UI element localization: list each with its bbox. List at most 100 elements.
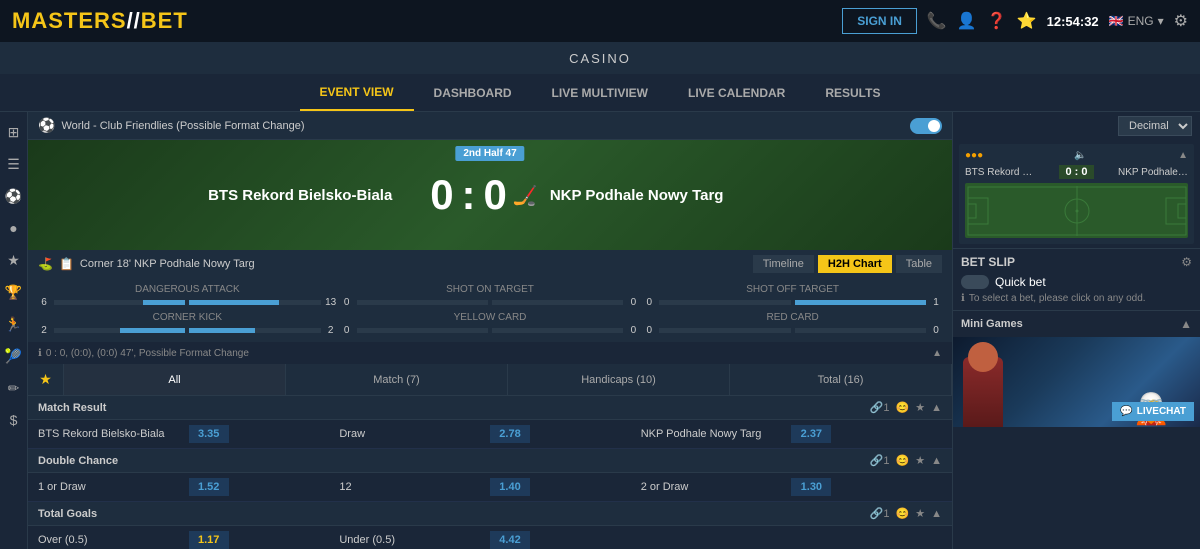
bet-tab-handicaps[interactable]: Handicaps (10)	[508, 364, 730, 395]
stat-dangerous-attack-left: 6	[38, 297, 50, 308]
mini-games-section: Mini Games ▲ 🧝 💬 LIVECHAT	[953, 310, 1200, 427]
chevron-down-icon: ▾	[1158, 14, 1164, 28]
mini-games-chevron[interactable]: ▲	[1180, 317, 1192, 331]
betting-tabs: ★ All Match (7) Handicaps (10) Total (16…	[28, 364, 952, 396]
bet-tab-total[interactable]: Total (16)	[730, 364, 952, 395]
help-icon[interactable]: ❓	[987, 11, 1007, 31]
dc-home-odds[interactable]: 1.52	[189, 478, 229, 496]
away-odds-value[interactable]: 2.37	[791, 425, 831, 443]
dc-smiley-icon[interactable]: 😊	[896, 454, 910, 467]
sidebar-menu-icon[interactable]: ☰	[2, 152, 26, 176]
sidebar-soccer-icon[interactable]: ⚽	[2, 184, 26, 208]
quick-bet-row: Quick bet	[961, 275, 1192, 289]
bet-slip-section: BET SLIP ⚙ Quick bet ℹ To select a bet, …	[953, 248, 1200, 310]
right-panel: Decimal ●●● 🔈 ▲ BTS Rekord Biel... 0 : 0…	[952, 112, 1200, 549]
mini-games-title: Mini Games	[961, 318, 1023, 330]
tg-under05-label: Under (0.5)	[339, 534, 395, 546]
fav-star-icon[interactable]: ★	[915, 401, 925, 414]
dc-home-label: 1 or Draw	[38, 481, 86, 493]
info-text: 0 : 0, (0:0), (0:0) 47', Possible Format…	[46, 348, 249, 359]
tab-live-multiview[interactable]: LIVE MULTIVIEW	[532, 76, 668, 110]
toggle-switch[interactable]	[910, 118, 942, 134]
bet-slip-gear-icon[interactable]: ⚙	[1181, 255, 1192, 269]
time-display: 12:54:32	[1047, 14, 1099, 29]
chevron-up-icon[interactable]: ▲	[932, 348, 942, 359]
dc-draw-odds[interactable]: 1.40	[490, 478, 530, 496]
link-icon[interactable]: 🔗1	[870, 401, 890, 414]
sidebar-edit-icon[interactable]: ✏	[2, 376, 26, 400]
sound-icon[interactable]: 🔈	[1074, 150, 1086, 161]
odds-group-dc-actions: 🔗1 😊 ★ ▲	[870, 454, 942, 467]
score-home: 0	[430, 171, 453, 219]
team-away-name: NKP Podhale Nowy Targ	[550, 187, 810, 204]
sidebar-grid-icon[interactable]: ⊞	[2, 120, 26, 144]
mini-expand-icon[interactable]: ▲	[1178, 150, 1188, 161]
stat-yellow-card: YELLOW CARD 0 0	[341, 312, 640, 336]
dc-away-odds-cell: 1.30	[791, 478, 942, 496]
home-odds-value[interactable]: 3.35	[189, 425, 229, 443]
sign-in-button[interactable]: SIGN IN	[842, 8, 917, 34]
decimal-select[interactable]: Decimal	[1118, 116, 1192, 136]
flag-icon: 🇬🇧	[1109, 14, 1124, 28]
tab-results[interactable]: RESULTS	[805, 76, 900, 110]
tab-event-view[interactable]: EVENT VIEW	[300, 75, 414, 111]
sidebar-dollar-icon[interactable]: $	[2, 408, 26, 432]
user-icon[interactable]: 👤	[957, 11, 977, 31]
quick-bet-toggle[interactable]	[961, 275, 989, 289]
h2h-chart-tab[interactable]: H2H Chart	[818, 255, 892, 273]
mini-score-display: 0 : 0	[1059, 165, 1093, 179]
dc-away-odds[interactable]: 1.30	[791, 478, 831, 496]
sidebar-tennis-icon[interactable]: 🎾	[2, 344, 26, 368]
draw-label: Draw	[339, 428, 365, 440]
right-top: Decimal	[953, 112, 1200, 140]
dc-link-icon[interactable]: 🔗1	[870, 454, 890, 467]
bet-tab-match[interactable]: Match (7)	[286, 364, 508, 395]
smiley-icon[interactable]: 😊	[896, 401, 910, 414]
stat-shot-off-target-right: 1	[930, 297, 942, 308]
corner-flag-icon: ⛳	[38, 257, 53, 271]
bet-slip-title: BET SLIP	[961, 255, 1015, 269]
soccer-ball-icon: ⚽	[38, 117, 55, 134]
tg-smiley-icon[interactable]: 😊	[896, 507, 910, 520]
nav-tabs: EVENT VIEW DASHBOARD LIVE MULTIVIEW LIVE…	[0, 74, 1200, 112]
gear-icon[interactable]: ⚙	[1174, 11, 1188, 31]
sidebar-star2-icon[interactable]: ★	[2, 248, 26, 272]
tab-dashboard[interactable]: DASHBOARD	[414, 76, 532, 110]
language-selector[interactable]: 🇬🇧 ENG ▾	[1109, 14, 1164, 28]
bet-tab-all[interactable]: All	[64, 364, 286, 395]
dc-chevron-icon[interactable]: ▲	[931, 455, 942, 467]
stat-shot-off-target-label: SHOT OFF TARGET	[746, 284, 839, 295]
odds-group-tg-actions: 🔗1 😊 ★ ▲	[870, 507, 942, 520]
stat-red-card: RED CARD 0 0	[643, 312, 942, 336]
home-odds-cell: 3.35	[189, 425, 340, 443]
tg-chevron-icon[interactable]: ▲	[931, 508, 942, 520]
sidebar-trophy-icon[interactable]: 🏆	[2, 280, 26, 304]
favorites-star[interactable]: ★	[28, 364, 64, 395]
table-tab[interactable]: Table	[896, 255, 942, 273]
draw-odds-value[interactable]: 2.78	[490, 425, 530, 443]
chevron-up-icon2[interactable]: ▲	[931, 402, 942, 414]
mini-pitch	[965, 183, 1188, 238]
mini-score-row: BTS Rekord Biel... 0 : 0 NKP Podhale N..…	[965, 165, 1188, 179]
stat-corner-kick-right: 2	[325, 325, 337, 336]
score-section: 2nd Half 47 BTS Rekord Bielsko-Biala 0 :…	[28, 140, 952, 250]
sidebar-circle-icon[interactable]: ●	[2, 216, 26, 240]
dc-star-icon[interactable]: ★	[915, 454, 925, 467]
phone-icon[interactable]: 📞	[927, 11, 947, 31]
tab-live-calendar[interactable]: LIVE CALENDAR	[668, 76, 805, 110]
tg-over05-odds[interactable]: 1.17	[189, 531, 229, 549]
tg-link-icon[interactable]: 🔗1	[870, 507, 890, 520]
timeline-tab[interactable]: Timeline	[753, 255, 814, 273]
stat-red-card-label: RED CARD	[767, 312, 819, 323]
away-cell: NKP Podhale Nowy Targ	[641, 428, 792, 440]
tg-star-icon[interactable]: ★	[915, 507, 925, 520]
tg-under05-odds[interactable]: 4.42	[490, 531, 530, 549]
odds-group-total-goals-title: Total Goals	[38, 508, 97, 520]
livechat-button[interactable]: 💬 LIVECHAT	[1112, 402, 1194, 421]
sidebar-person-icon[interactable]: 🏃	[2, 312, 26, 336]
odds-group-total-goals-header: Total Goals 🔗1 😊 ★ ▲	[28, 502, 952, 526]
star-icon[interactable]: ⭐	[1017, 11, 1037, 31]
livechat-label: LIVECHAT	[1137, 406, 1186, 417]
timeline-section: ⛳ 📋 Corner 18' NKP Podhale Nowy Targ Tim…	[28, 250, 952, 278]
main-layout: ⊞ ☰ ⚽ ● ★ 🏆 🏃 🎾 ✏ $ ⚽ World - Club Frien…	[0, 112, 1200, 549]
